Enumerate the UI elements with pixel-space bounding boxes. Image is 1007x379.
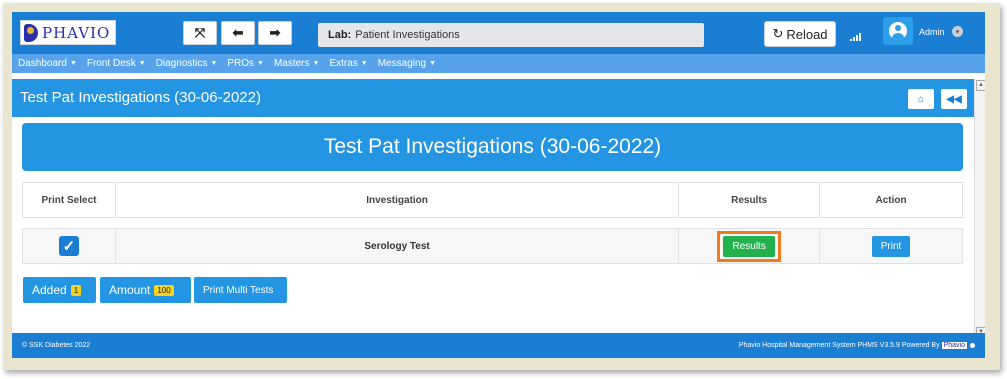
user-icon bbox=[889, 22, 907, 40]
expand-icon: ⤧ bbox=[194, 25, 206, 40]
amount-label: Amount bbox=[109, 283, 151, 297]
results-button[interactable]: Results bbox=[723, 235, 775, 257]
footer-system-name: Phavio Hospital Management System PHMS V… bbox=[738, 342, 940, 349]
results-cell: Results bbox=[678, 228, 821, 264]
added-count-badge: 1 bbox=[70, 284, 82, 296]
caret-down-icon: ▼ bbox=[69, 60, 77, 67]
print-multi-tests-button[interactable]: Print Multi Tests bbox=[194, 277, 287, 303]
print-select-cell: ✓ bbox=[22, 228, 116, 264]
caret-down-icon: ▼ bbox=[312, 60, 320, 67]
footer-credits: Phavio Hospital Management System PHMS V… bbox=[739, 342, 975, 349]
reload-label: Reload bbox=[786, 26, 828, 42]
chevron-down-icon[interactable]: ▾ bbox=[952, 26, 963, 37]
print-multi-label: Print Multi Tests bbox=[203, 284, 274, 296]
lab-prefix: Lab: bbox=[328, 29, 352, 41]
footer-dot-icon bbox=[970, 343, 975, 348]
home-icon: ⌂ bbox=[917, 93, 925, 105]
reload-button[interactable]: ↻ Reload bbox=[764, 21, 836, 47]
page-scrollbar[interactable]: ▲ ▼ bbox=[974, 79, 985, 339]
backward-icon: ◀◀ bbox=[946, 93, 962, 105]
fullscreen-button[interactable]: ⤧ bbox=[183, 21, 217, 45]
col-header-results: Results bbox=[678, 182, 821, 218]
page-footer: © SSK Diabetes 2022 Phavio Hospital Mana… bbox=[12, 333, 985, 358]
main-menu: Dashboard ▼ Front Desk ▼ Diagnostics ▼ PROs… bbox=[12, 54, 985, 73]
check-icon: ✓ bbox=[62, 238, 76, 255]
back-button[interactable]: ⬅ bbox=[221, 21, 255, 45]
caret-down-icon: ▼ bbox=[360, 60, 368, 67]
page-title: Test Pat Investigations (30-06-2022) bbox=[20, 89, 261, 106]
lab-context-field: Lab: Patient Investigations bbox=[318, 23, 704, 47]
arrow-left-icon: ⬅ bbox=[232, 25, 244, 40]
caret-down-icon: ▼ bbox=[429, 60, 437, 67]
col-header-print-select: Print Select bbox=[22, 182, 116, 218]
lab-value: Patient Investigations bbox=[355, 29, 460, 41]
col-header-investigation: Investigation bbox=[114, 182, 680, 218]
footer-copyright: © SSK Diabetes 2022 bbox=[22, 342, 91, 349]
col-header-action: Action bbox=[819, 182, 963, 218]
user-name[interactable]: Admin bbox=[919, 27, 945, 37]
menu-item-masters[interactable]: Masters ▼ bbox=[274, 58, 320, 69]
print-select-checkbox[interactable]: ✓ bbox=[58, 236, 79, 256]
menu-item-diagnostics[interactable]: Diagnostics ▼ bbox=[156, 58, 218, 69]
scroll-up-icon[interactable]: ▲ bbox=[976, 80, 985, 91]
menu-item-dashboard[interactable]: Dashboard ▼ bbox=[18, 58, 77, 69]
main-title: Test Pat Investigations (30-06-2022) bbox=[323, 135, 662, 158]
top-bar: PHAVIO ⤧ ⬅ ➡ Lab: Patient Investigations… bbox=[12, 12, 985, 54]
forward-button[interactable]: ➡ bbox=[258, 21, 292, 45]
amount-badge: 100 bbox=[154, 284, 174, 296]
table-row: ✓ Serology Test Results Print bbox=[22, 228, 963, 264]
rewind-back-button[interactable]: ◀◀ bbox=[941, 89, 967, 109]
logo-text: PHAVIO bbox=[42, 23, 111, 42]
caret-down-icon: ▼ bbox=[257, 60, 264, 67]
user-avatar[interactable] bbox=[883, 17, 913, 45]
print-button[interactable]: Print bbox=[871, 235, 911, 257]
footer-brand[interactable]: Phavio bbox=[941, 342, 967, 349]
refresh-icon: ↻ bbox=[772, 26, 784, 41]
results-highlight: Results bbox=[717, 230, 781, 262]
menu-item-extras[interactable]: Extras ▼ bbox=[329, 58, 367, 69]
table-header-row: Print Select Investigation Results Actio… bbox=[22, 182, 963, 218]
page-header: Test Pat Investigations (30-06-2022) ⌂ ◀… bbox=[12, 79, 978, 117]
menu-item-pros[interactable]: PROs ▼ bbox=[227, 58, 264, 69]
action-cell: Print bbox=[819, 228, 963, 264]
logo-mark-icon bbox=[24, 23, 38, 42]
amount-button[interactable]: Amount 100 bbox=[100, 277, 191, 303]
app-logo[interactable]: PHAVIO bbox=[20, 20, 116, 45]
caret-down-icon: ▼ bbox=[210, 60, 218, 67]
investigation-name: Serology Test bbox=[114, 228, 680, 264]
home-button[interactable]: ⌂ bbox=[908, 89, 934, 109]
app-window: PHAVIO ⤧ ⬅ ➡ Lab: Patient Investigations… bbox=[12, 12, 985, 358]
investigations-table: Print Select Investigation Results Actio… bbox=[22, 182, 963, 264]
added-button[interactable]: Added 1 bbox=[23, 277, 96, 303]
menu-item-front-desk[interactable]: Front Desk ▼ bbox=[87, 58, 146, 69]
caret-down-icon: ▼ bbox=[138, 60, 146, 67]
menu-item-messaging[interactable]: Messaging ▼ bbox=[378, 58, 436, 69]
added-label: Added bbox=[32, 283, 67, 297]
signal-icon bbox=[850, 31, 862, 41]
arrow-right-icon: ➡ bbox=[269, 25, 281, 40]
main-title-banner: Test Pat Investigations (30-06-2022) bbox=[22, 123, 963, 171]
